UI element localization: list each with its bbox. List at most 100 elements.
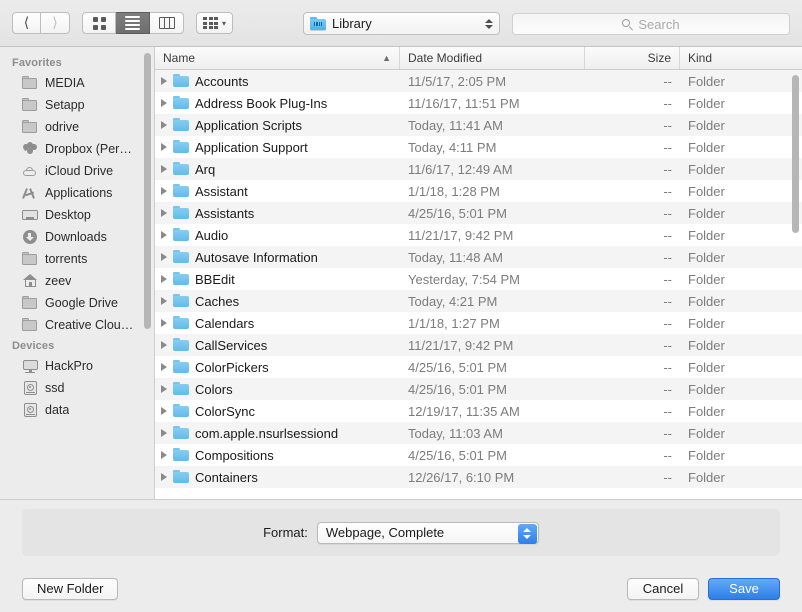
table-row[interactable]: Arq 11/6/17, 12:49 AM -- Folder — [155, 158, 802, 180]
cell-name: Containers — [155, 470, 400, 485]
table-row[interactable]: Assistants 4/25/16, 5:01 PM -- Folder — [155, 202, 802, 224]
table-row[interactable]: CallServices 11/21/17, 9:42 PM -- Folder — [155, 334, 802, 356]
sidebar-scrollbar[interactable] — [144, 53, 151, 329]
table-row[interactable]: ColorPickers 4/25/16, 5:01 PM -- Folder — [155, 356, 802, 378]
file-list-rows: Accounts 11/5/17, 2:05 PM -- Folder Address … — [155, 70, 802, 488]
disclosure-triangle-icon[interactable] — [161, 275, 167, 283]
cell-name: BBEdit — [155, 272, 400, 287]
cell-size: -- — [663, 73, 672, 89]
table-row[interactable]: Assistant 1/1/18, 1:28 PM -- Folder — [155, 180, 802, 202]
location-label: Library — [332, 16, 372, 31]
column-header-kind[interactable]: Kind — [680, 47, 802, 69]
updown-chevrons-icon[interactable] — [517, 523, 537, 544]
sidebar-item-media[interactable]: MEDIA — [0, 72, 154, 94]
cell-size: -- — [663, 425, 672, 441]
search-placeholder: Search — [638, 16, 680, 32]
sidebar-item-creative-cloud[interactable]: Creative Clou… — [0, 314, 154, 336]
disclosure-triangle-icon[interactable] — [161, 253, 167, 261]
column-header-name-label: Name — [163, 51, 196, 65]
disclosure-triangle-icon[interactable] — [161, 407, 167, 415]
disclosure-triangle-icon[interactable] — [161, 473, 167, 481]
sidebar-item-applications[interactable]: Applications — [0, 182, 154, 204]
disclosure-triangle-icon[interactable] — [161, 209, 167, 217]
cell-kind: Folder — [688, 227, 725, 243]
table-row[interactable]: com.apple.nsurlsessiond Today, 11:03 AM --… — [155, 422, 802, 444]
sidebar-item-torrents[interactable]: torrents — [0, 248, 154, 270]
file-list-scrollbar[interactable] — [792, 75, 799, 233]
column-header-size[interactable]: Size — [585, 47, 680, 69]
columns-icon — [158, 17, 175, 29]
column-view-button[interactable] — [150, 12, 184, 34]
table-row[interactable]: Caches Today, 4:21 PM -- Folder — [155, 290, 802, 312]
table-row[interactable]: Calendars 1/1/18, 1:27 PM -- Folder — [155, 312, 802, 334]
disclosure-triangle-icon[interactable] — [161, 341, 167, 349]
sidebar-item-dropbox[interactable]: Dropbox (Per… — [0, 138, 154, 160]
sidebar-section-favorites-title: Favorites — [12, 57, 62, 69]
sidebar-item-label: HackPro — [45, 359, 93, 373]
table-row[interactable]: Application Support Today, 4:11 PM -- Folde… — [155, 136, 802, 158]
disclosure-triangle-icon[interactable] — [161, 429, 167, 437]
table-row[interactable]: Address Book Plug-Ins 11/16/17, 11:51 PM -… — [155, 92, 802, 114]
cell-size: -- — [663, 117, 672, 133]
disclosure-triangle-icon[interactable] — [161, 231, 167, 239]
file-name: BBEdit — [195, 271, 235, 287]
list-view-button[interactable] — [116, 12, 150, 34]
folder-icon — [173, 448, 189, 462]
disclosure-triangle-icon[interactable] — [161, 143, 167, 151]
arrange-by-button[interactable]: ▾ — [196, 12, 234, 34]
sidebar-item-odrive[interactable]: odrive — [0, 116, 154, 138]
sidebar-item-setapp[interactable]: Setapp — [0, 94, 154, 116]
sidebar-item-ssd[interactable]: ssd — [0, 377, 154, 399]
new-folder-button[interactable]: New Folder — [22, 577, 119, 600]
table-row[interactable]: ColorSync 12/19/17, 11:35 AM -- Folder — [155, 400, 802, 422]
column-header-date-modified[interactable]: Date Modified — [400, 47, 585, 69]
folder-icon — [173, 294, 189, 308]
format-select[interactable]: Webpage, Complete — [316, 521, 539, 544]
search-field[interactable]: Search — [512, 13, 790, 35]
forward-button[interactable]: ⟩ — [41, 12, 70, 34]
table-row[interactable]: Colors 4/25/16, 5:01 PM -- Folder — [155, 378, 802, 400]
table-row[interactable]: Application Scripts Today, 11:41 AM -- Fold… — [155, 114, 802, 136]
cancel-button[interactable]: Cancel — [627, 577, 699, 600]
disclosure-triangle-icon[interactable] — [161, 121, 167, 129]
disclosure-triangle-icon[interactable] — [161, 363, 167, 371]
sidebar-item-label: zeev — [45, 274, 72, 288]
disclosure-triangle-icon[interactable] — [161, 187, 167, 195]
disclosure-triangle-icon[interactable] — [161, 319, 167, 327]
file-name: Assistant — [195, 183, 248, 199]
cell-date-modified: 11/21/17, 9:42 PM — [408, 337, 514, 353]
disclosure-triangle-icon[interactable] — [161, 165, 167, 173]
sidebar-item-desktop[interactable]: Desktop — [0, 204, 154, 226]
back-button[interactable]: ⟨ — [12, 12, 41, 34]
sidebar-item-hackpro[interactable]: HackPro — [0, 355, 154, 377]
disclosure-triangle-icon[interactable] — [161, 297, 167, 305]
sidebar-item-google-drive[interactable]: Google Drive — [0, 292, 154, 314]
table-row[interactable]: Autosave Information Today, 11:48 AM -- Fol… — [155, 246, 802, 268]
chevron-left-icon: ⟨ — [23, 15, 30, 31]
sidebar-item-label: Dropbox (Per… — [45, 142, 132, 156]
harddisk-icon — [22, 380, 38, 396]
icon-view-button[interactable] — [82, 12, 116, 34]
library-folder-icon — [310, 16, 326, 31]
disclosure-triangle-icon[interactable] — [161, 451, 167, 459]
sidebar-item-downloads[interactable]: Downloads — [0, 226, 154, 248]
location-popup-button[interactable]: Library — [303, 12, 500, 35]
column-header-name[interactable]: Name ▲ — [155, 47, 400, 69]
table-row[interactable]: Accounts 11/5/17, 2:05 PM -- Folder — [155, 70, 802, 92]
cell-date-modified: Today, 11:41 AM — [408, 117, 503, 133]
table-row[interactable]: BBEdit Yesterday, 7:54 PM -- Folder — [155, 268, 802, 290]
sidebar-item-icloud-drive[interactable]: iCloud Drive — [0, 160, 154, 182]
table-row[interactable]: Audio 11/21/17, 9:42 PM -- Folder — [155, 224, 802, 246]
sidebar-item-data[interactable]: data — [0, 399, 154, 421]
cell-size: -- — [663, 293, 672, 309]
disclosure-triangle-icon[interactable] — [161, 77, 167, 85]
sidebar-item-zeev[interactable]: zeev — [0, 270, 154, 292]
disclosure-triangle-icon[interactable] — [161, 99, 167, 107]
table-row[interactable]: Compositions 4/25/16, 5:01 PM -- Folder — [155, 444, 802, 466]
folder-icon — [173, 404, 189, 418]
disclosure-triangle-icon[interactable] — [161, 385, 167, 393]
save-button[interactable]: Save — [708, 577, 780, 600]
cell-date-modified: Yesterday, 7:54 PM — [408, 271, 521, 287]
file-name: Caches — [195, 293, 240, 309]
table-row[interactable]: Containers 12/26/17, 6:10 PM -- Folder — [155, 466, 802, 488]
